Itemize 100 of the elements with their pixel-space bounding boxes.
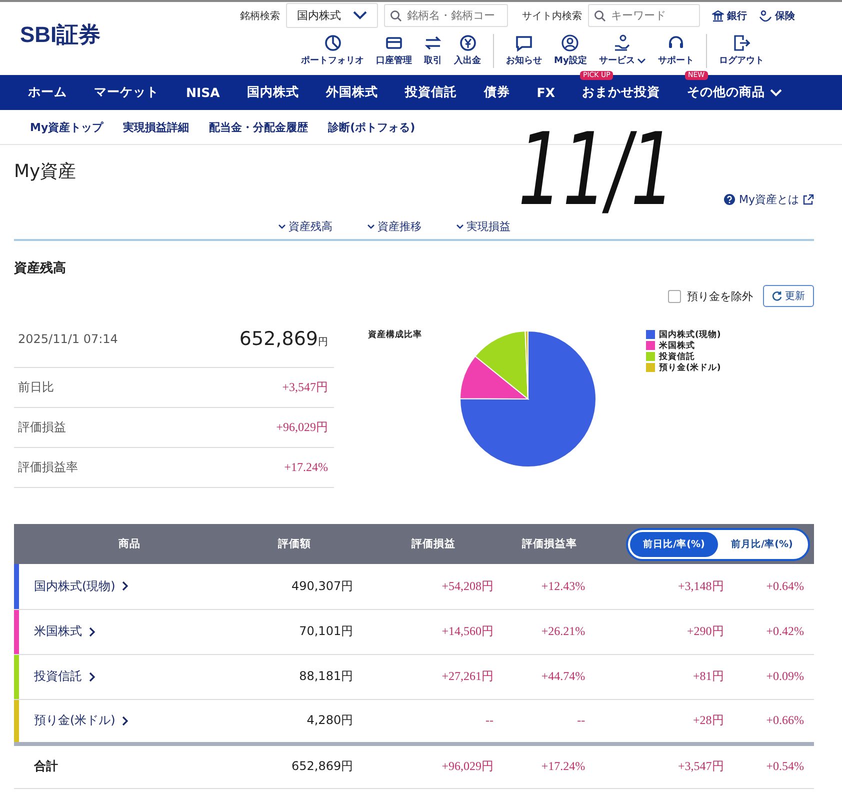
table-cell: +81円 (692, 669, 724, 683)
anchor-link[interactable]: 資産残高 (278, 218, 332, 234)
legend-label: 国内株式(現物) (659, 328, 721, 340)
toolbar-button[interactable]: 入出金 (448, 34, 487, 68)
external-link-icon (803, 194, 814, 204)
stat-value: +3,547円 (282, 379, 328, 396)
table-cell: +28円 (692, 713, 724, 728)
legend-swatch (646, 363, 655, 372)
swap-arrows-icon (424, 34, 442, 52)
category-link[interactable]: 米国株式 (34, 623, 96, 640)
help-icon (724, 194, 735, 204)
table-cell: +0.66% (766, 713, 804, 728)
column-header: 評価損益 (363, 524, 504, 564)
stat-value: +96,029円 (276, 419, 328, 436)
category-link[interactable]: 投資信託 (34, 668, 96, 685)
chevron-right-icon (122, 716, 130, 726)
search-label: サイト内検索 (522, 10, 582, 23)
table-cell: 88,181円 (299, 669, 354, 683)
refresh-button[interactable]: 更新 (763, 285, 814, 307)
stock-search-field[interactable]: 銘柄名・銘柄コー (384, 4, 508, 28)
category-link[interactable]: 預り金(米ドル) (34, 712, 130, 730)
total-amount: 652,869円 (239, 328, 328, 350)
subnav-link[interactable]: My資産トップ (30, 120, 104, 134)
column-header: 評価損益率 (504, 524, 596, 564)
yen-icon (458, 34, 476, 52)
subnav-link[interactable]: 実現損益詳細 (123, 120, 190, 134)
toolbar-button[interactable]: My設定 (548, 34, 593, 68)
toolbar-button[interactable]: 口座管理 (370, 34, 418, 68)
table-cell: +26.21% (541, 624, 586, 638)
table-cell: +54,208円 (442, 578, 494, 593)
market-select[interactable]: 国内株式 (286, 3, 378, 28)
category-link[interactable]: 国内株式(現物) (34, 578, 130, 595)
nav-item[interactable]: NISA (176, 85, 230, 100)
handwritten-note: 11/1 (518, 120, 676, 220)
table-cell: +17.24% (541, 759, 586, 774)
toolbar-button[interactable]: 取引 (418, 34, 448, 68)
table-cell: +3,148円 (678, 578, 724, 593)
help-link[interactable]: My資産とは (724, 189, 814, 209)
table-cell: 4,280円 (306, 713, 354, 728)
sbi-logo[interactable]: SBI証券 (0, 2, 240, 75)
page-title: My資産 (14, 160, 78, 184)
toolbar-button[interactable]: サポート (652, 34, 700, 68)
subnav-link[interactable]: 診断(ポトフォる) (328, 120, 416, 134)
nav-item[interactable]: 外国株式 (316, 84, 388, 101)
table-cell: +96,029円 (442, 759, 494, 774)
table-cell: +12.43% (541, 578, 586, 593)
subnav-link[interactable]: 配当金・分配金履歴 (209, 120, 308, 134)
section-heading: 資産残高 (14, 260, 67, 278)
bank-icon (712, 10, 724, 22)
nav-item[interactable]: 債券 (474, 84, 520, 101)
table-cell: +0.09% (766, 669, 804, 683)
refresh-icon (772, 291, 782, 301)
site-search-field[interactable]: キーワード (588, 4, 700, 28)
table-cell: -- (577, 713, 586, 728)
logout-icon (732, 34, 750, 52)
legend-swatch (646, 352, 655, 361)
stat-label: 評価損益 (18, 419, 66, 436)
header-link[interactable]: 銀行 (712, 8, 747, 23)
table-cell: +3,547円 (678, 759, 724, 774)
toggle-option[interactable]: 前月比/率(%) (718, 532, 806, 556)
toolbar-button[interactable]: お知らせ (500, 34, 548, 68)
toolbar-button[interactable]: ログアウト (712, 34, 770, 68)
exclude-deposit-checkbox[interactable]: 預り金を除外 (668, 288, 753, 304)
chevron-right-icon (89, 672, 96, 682)
table-cell: 652,869円 (291, 759, 354, 774)
toolbar-button[interactable]: ポートフォリオ (295, 34, 370, 68)
timestamp: 2025/11/1 07:14 (18, 332, 118, 346)
nav-item[interactable]: ホーム (18, 84, 77, 101)
speech-bubble-icon (515, 34, 533, 52)
stat-label: 評価損益率 (18, 459, 78, 476)
legend-swatch (646, 341, 655, 350)
toolbar-button[interactable]: サービス (592, 34, 652, 68)
nav-item[interactable]: FX (526, 85, 565, 100)
chevron-down-icon (366, 224, 374, 228)
nav-item[interactable]: マーケット (84, 84, 169, 101)
table-cell: +0.64% (766, 578, 804, 593)
chevron-right-icon (89, 626, 96, 636)
total-label: 合計 (34, 759, 58, 774)
nav-item[interactable]: 投資信託 (394, 84, 467, 101)
pie-icon (324, 34, 342, 52)
search-label: 銘柄検索 (240, 10, 280, 23)
table-cell: +0.54% (766, 759, 804, 774)
header-link[interactable]: 保険 (759, 8, 795, 23)
chevron-right-icon (122, 581, 130, 592)
table-cell: +0.42% (766, 624, 804, 638)
chevron-down-icon (353, 11, 367, 20)
anchor-link[interactable]: 実現損益 (456, 218, 510, 234)
legend-swatch (646, 330, 655, 339)
table-cell: -- (486, 713, 494, 728)
table-cell: +27,261円 (442, 669, 494, 683)
table-cell: +290円 (686, 624, 724, 638)
table-cell: 70,101円 (299, 624, 354, 638)
column-header: 商品 (14, 524, 226, 564)
chevron-down-icon (456, 224, 464, 228)
legend-label: 米国株式 (659, 340, 695, 352)
anchor-link[interactable]: 資産推移 (366, 218, 422, 234)
legend-label: 預り金(米ドル) (659, 362, 721, 374)
chart-title: 資産構成比率 (368, 329, 423, 341)
toggle-option[interactable]: 前日比/率(%) (630, 532, 718, 556)
nav-item[interactable]: 国内株式 (236, 84, 309, 101)
